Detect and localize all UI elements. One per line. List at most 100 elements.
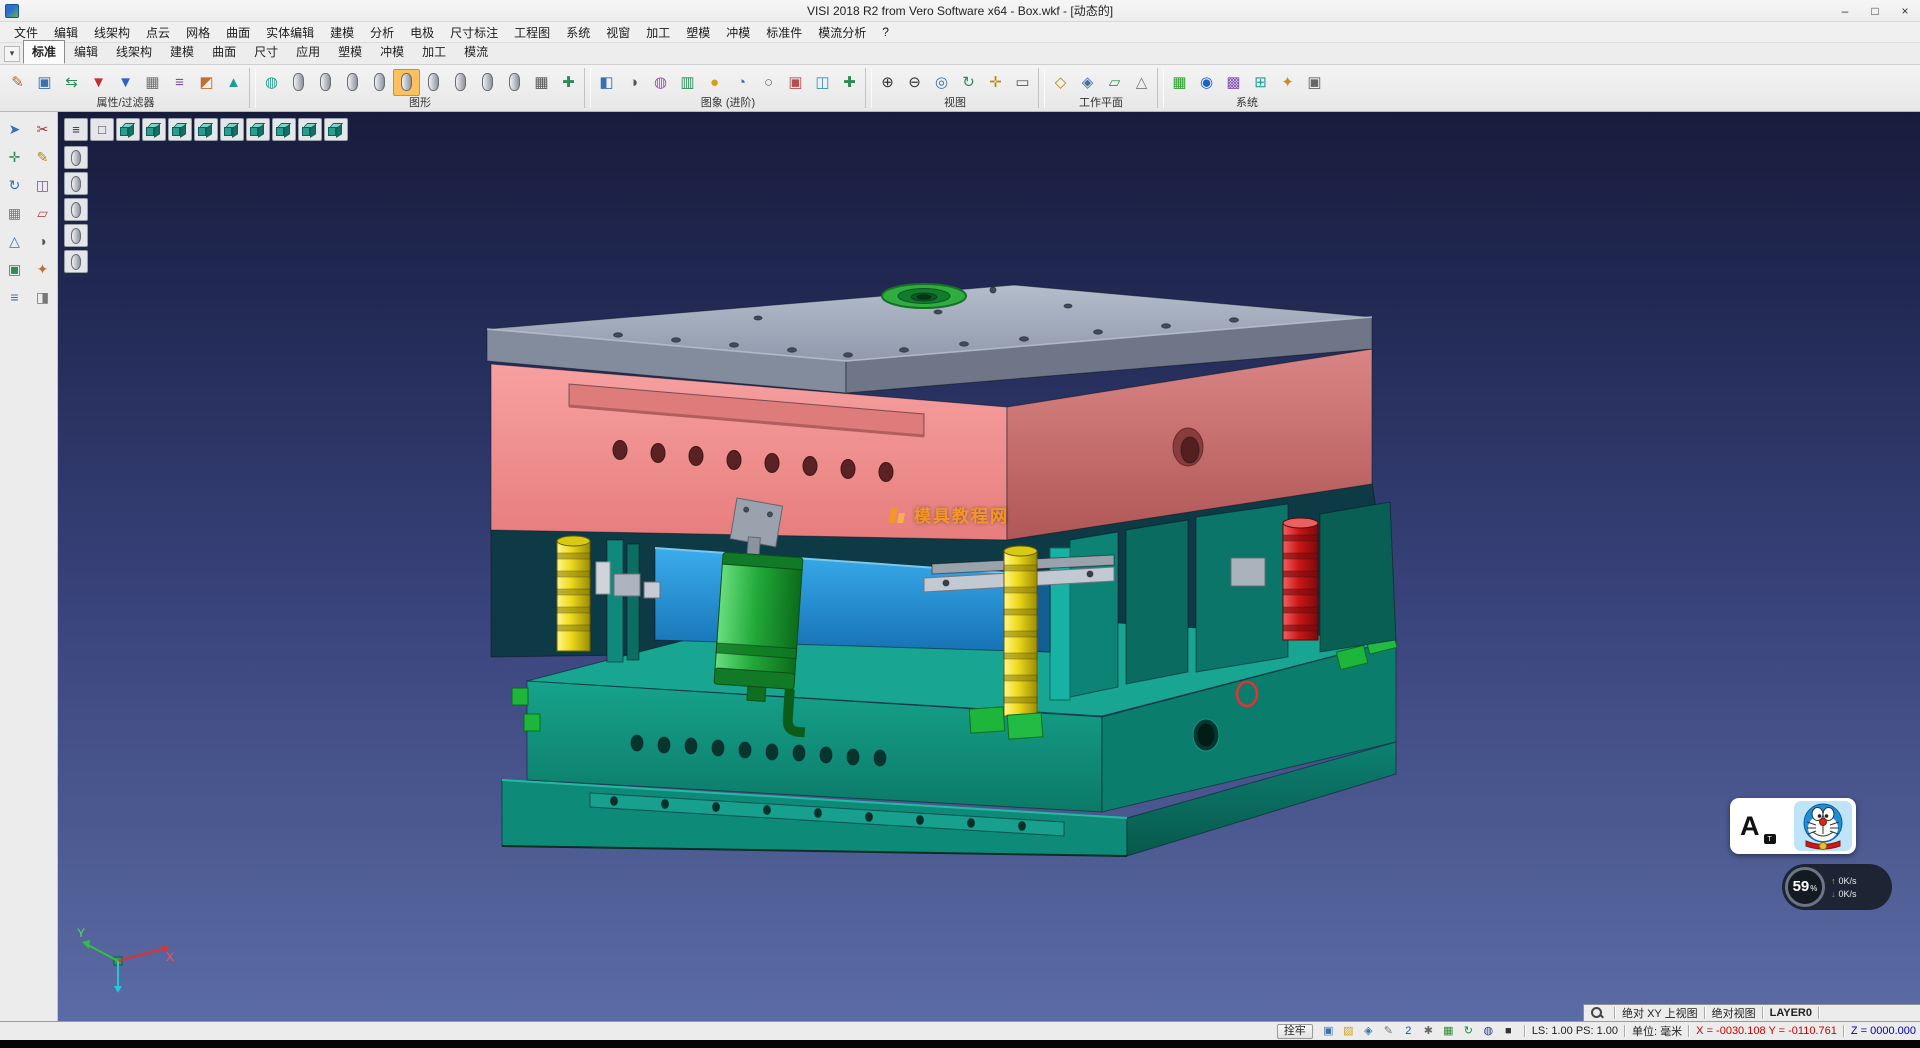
match-properties-icon[interactable]: ⇆ — [58, 69, 85, 96]
light-icon[interactable]: ● — [701, 69, 728, 96]
pan-view-icon[interactable]: ✛ — [982, 69, 1009, 96]
tab-模流[interactable]: 模流 — [455, 40, 497, 64]
menu-item-加工[interactable]: 加工 — [638, 22, 678, 43]
layer-state-icon[interactable] — [393, 69, 420, 96]
sphere-render-icon[interactable]: ◍ — [647, 69, 674, 96]
system-window-icon[interactable]: ⊞ — [1247, 69, 1274, 96]
view-plane-icon[interactable]: □ — [90, 118, 114, 141]
desktop-assistant-widget[interactable]: A T — [1730, 798, 1856, 854]
layer-state-icon[interactable] — [420, 69, 447, 96]
iso-view-icon[interactable] — [298, 118, 322, 141]
mesh-icon[interactable]: ▦ — [2, 200, 27, 225]
edit-properties-icon[interactable]: ✎ — [4, 69, 31, 96]
layer-state-icon[interactable] — [285, 69, 312, 96]
settings-icon[interactable]: ✱ — [1419, 1023, 1438, 1039]
menu-item-塑模[interactable]: 塑模 — [678, 22, 718, 43]
filter-type-icon[interactable]: ▲ — [220, 69, 247, 96]
layer-state-icon[interactable] — [312, 69, 339, 96]
workplane-standard-icon[interactable]: ◇ — [1047, 69, 1074, 96]
filter-color-icon[interactable]: ◩ — [193, 69, 220, 96]
buffer-slot-icon[interactable] — [64, 198, 88, 221]
tab-冲模[interactable]: 冲模 — [371, 40, 413, 64]
filter-blue-icon[interactable]: ▼ — [112, 69, 139, 96]
help-2-icon[interactable]: 2 — [1399, 1023, 1418, 1039]
sketch-icon[interactable]: ✎ — [30, 144, 55, 169]
quarter-view-icon[interactable]: ◔ — [728, 69, 755, 96]
menu-item-视窗[interactable]: 视窗 — [598, 22, 638, 43]
select-icon[interactable]: ➤ — [2, 116, 27, 141]
system-display-icon[interactable]: ▣ — [1301, 69, 1328, 96]
iso-view-icon[interactable] — [324, 118, 348, 141]
filter-red-icon[interactable]: ▼ — [85, 69, 112, 96]
layer-state-icon[interactable] — [366, 69, 393, 96]
menu-item-工程图[interactable]: 工程图 — [506, 22, 558, 43]
select-mode-icon[interactable]: ▣ — [1319, 1023, 1338, 1039]
ortho-icon[interactable]: ◈ — [1359, 1023, 1378, 1039]
system-settings-icon[interactable]: ✦ — [1274, 69, 1301, 96]
layers-icon[interactable]: ≡ — [2, 284, 27, 309]
shade-icon[interactable]: ◑ — [30, 228, 55, 253]
search-icon[interactable] — [1590, 1006, 1604, 1020]
buffer-slot-icon[interactable] — [64, 250, 88, 273]
grid-icon[interactable]: ▦ — [1439, 1023, 1458, 1039]
view-menu-icon[interactable]: ≡ — [64, 118, 88, 141]
texture-icon[interactable]: ◫ — [809, 69, 836, 96]
mirror-icon[interactable]: ◫ — [30, 172, 55, 197]
layer-state-icon[interactable] — [474, 69, 501, 96]
shading-icon[interactable]: ◧ — [593, 69, 620, 96]
system-table-icon[interactable]: ▩ — [1220, 69, 1247, 96]
rotate-view-icon[interactable]: ↻ — [955, 69, 982, 96]
section-icon[interactable]: ◨ — [30, 284, 55, 309]
speed-monitor-widget[interactable]: 59 % ↑0K/s ↓0K/s — [1782, 864, 1892, 910]
hatch-icon[interactable]: ▥ — [674, 69, 701, 96]
menu-item-系统[interactable]: 系统 — [558, 22, 598, 43]
add-light-icon[interactable]: ✚ — [836, 69, 863, 96]
workplane-face-icon[interactable]: ▱ — [1101, 69, 1128, 96]
snap-point-icon[interactable]: ✛ — [2, 144, 27, 169]
prism-icon[interactable]: △ — [2, 228, 27, 253]
tab-曲面[interactable]: 曲面 — [203, 40, 245, 64]
half-shade-icon[interactable]: ◑ — [620, 69, 647, 96]
filter-layer-icon[interactable]: ≡ — [166, 69, 193, 96]
rotate-icon[interactable]: ↻ — [2, 172, 27, 197]
viewport-3d[interactable]: ≡□ 模具教程网 X Y A — [58, 112, 1920, 1021]
menu-item-冲模[interactable]: 冲模 — [718, 22, 758, 43]
material-icon[interactable]: ▣ — [782, 69, 809, 96]
iso-view-icon[interactable] — [142, 118, 166, 141]
tab-线架构[interactable]: 线架构 — [107, 40, 161, 64]
layer-state-icon[interactable] — [447, 69, 474, 96]
iso-view-icon[interactable] — [116, 118, 140, 141]
filter-all-icon[interactable]: ▦ — [139, 69, 166, 96]
tab-塑模[interactable]: 塑模 — [329, 40, 371, 64]
tab-加工[interactable]: 加工 — [413, 40, 455, 64]
buffer-slot-icon[interactable] — [64, 224, 88, 247]
iso-view-icon[interactable] — [168, 118, 192, 141]
menu-item-模流分析[interactable]: 模流分析 — [810, 22, 874, 43]
wireframe-icon[interactable]: ○ — [755, 69, 782, 96]
tab-编辑[interactable]: 编辑 — [65, 40, 107, 64]
buffer-slot-icon[interactable] — [64, 146, 88, 169]
menu-item-标准件[interactable]: 标准件 — [758, 22, 810, 43]
iso-view-icon[interactable] — [220, 118, 244, 141]
iso-view-icon[interactable] — [194, 118, 218, 141]
add-view-icon[interactable]: ✚ — [555, 69, 582, 96]
view-window-icon[interactable]: ▭ — [1009, 69, 1036, 96]
snap-grid-icon[interactable]: ▨ — [1339, 1023, 1358, 1039]
active-layer-label[interactable]: LAYER0 — [1770, 1007, 1812, 1019]
database-icon[interactable]: ◍ — [1479, 1023, 1498, 1039]
plane-icon[interactable]: ▱ — [30, 200, 55, 225]
buffer-slot-icon[interactable] — [64, 172, 88, 195]
toolbar-dropdown-icon[interactable]: ▾ — [4, 46, 20, 62]
refresh-icon[interactable]: ↻ — [1459, 1023, 1478, 1039]
system-grid-icon[interactable]: ▦ — [1166, 69, 1193, 96]
zoom-in-icon[interactable]: ⊕ — [874, 69, 901, 96]
workplane-3pt-icon[interactable]: ◈ — [1074, 69, 1101, 96]
draft-icon[interactable]: ✎ — [1379, 1023, 1398, 1039]
trim-icon[interactable]: ✂ — [30, 116, 55, 141]
menu-item-?[interactable]: ? — [874, 23, 897, 41]
lock-button[interactable]: 拴牢 — [1277, 1024, 1313, 1039]
render-mode-icon[interactable]: ◍ — [258, 69, 285, 96]
grid-toggle-icon[interactable]: ▦ — [528, 69, 555, 96]
tab-应用[interactable]: 应用 — [287, 40, 329, 64]
layer-state-icon[interactable] — [501, 69, 528, 96]
